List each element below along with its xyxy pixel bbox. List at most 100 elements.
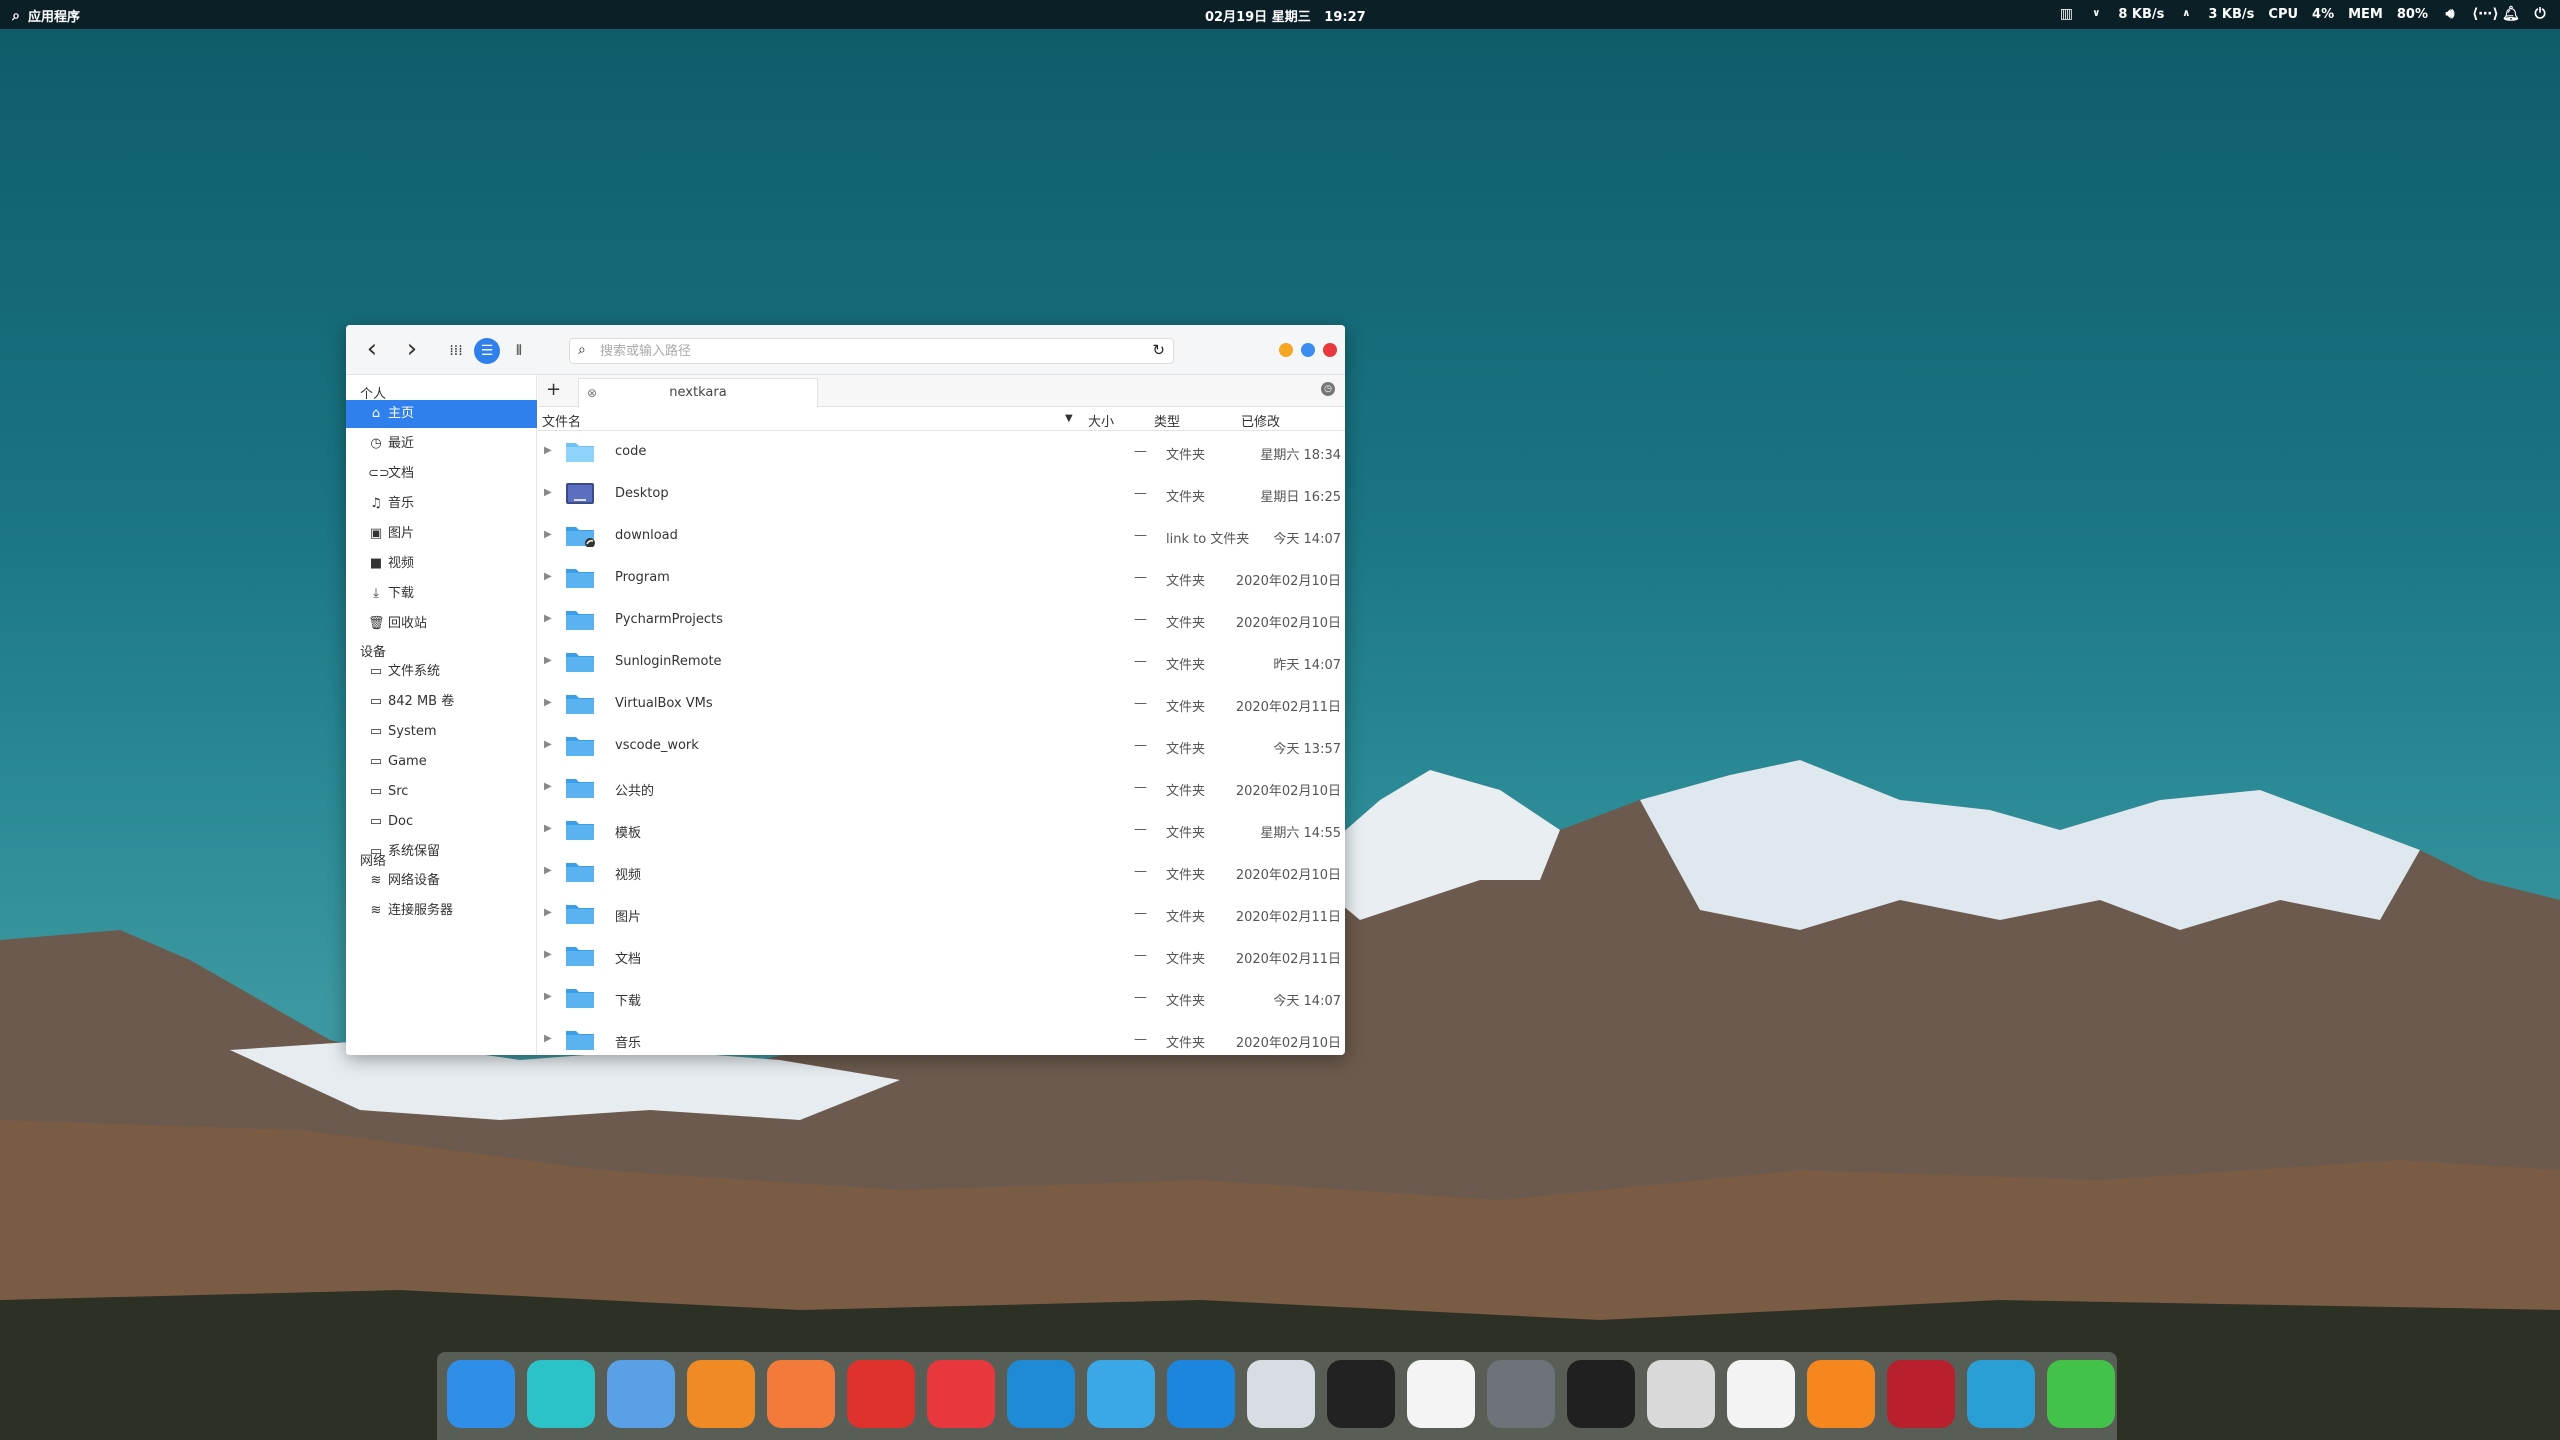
sidebar-item-label: 842 MB 卷 <box>388 694 455 709</box>
sidebar-item-personal-2[interactable]: ⊂⊃ 文档 <box>346 460 537 488</box>
mail-icon[interactable] <box>527 1360 595 1428</box>
file-row[interactable]: ▶ PycharmProjects — 文件夹 2020年02月10日 <box>538 599 1345 641</box>
sidebar-item-devices-5[interactable]: ▭ Doc <box>346 808 537 836</box>
file-row[interactable]: ▶ code — 文件夹 星期六 18:34 <box>538 431 1345 473</box>
close-button[interactable] <box>1323 343 1337 357</box>
sidebar-item-personal-3[interactable]: ♫ 音乐 <box>346 490 537 518</box>
file-row[interactable]: ▶ 公共的 — 文件夹 2020年02月10日 <box>538 767 1345 809</box>
apps-label: 应用程序 <box>28 10 81 25</box>
file-type: 文件夹 <box>1166 1036 1206 1051</box>
search-input[interactable] <box>600 342 1140 361</box>
close-tab-icon[interactable]: ⊗ <box>587 379 597 407</box>
java-icon[interactable] <box>1647 1360 1715 1428</box>
mail-client-icon[interactable] <box>607 1360 675 1428</box>
file-row[interactable]: ▶ 音乐 — 文件夹 2020年02月10日 <box>538 1019 1345 1055</box>
expand-arrow-icon[interactable]: ▶ <box>544 907 552 918</box>
expand-arrow-icon[interactable]: ▶ <box>544 655 552 666</box>
folder-icon <box>565 901 595 925</box>
expand-arrow-icon[interactable]: ▶ <box>544 865 552 876</box>
file-row[interactable]: ▶ VirtualBox VMs — 文件夹 2020年02月11日 <box>538 683 1345 725</box>
sidebar-item-devices-2[interactable]: ▭ System <box>346 718 537 746</box>
forward-button[interactable]: › <box>398 336 426 363</box>
screen-recorder-icon[interactable] <box>1247 1360 1315 1428</box>
sort-chevron-icon[interactable]: ▼ <box>1065 413 1073 424</box>
web-tool-icon[interactable] <box>1967 1360 2035 1428</box>
sidebar-item-devices-1[interactable]: ▭ 842 MB 卷 <box>346 688 537 716</box>
expand-arrow-icon[interactable]: ▶ <box>544 949 552 960</box>
media-player-icon[interactable] <box>1807 1360 1875 1428</box>
apps-launcher[interactable]: ⌕ 应用程序 <box>8 6 81 26</box>
sidebar-item-personal-5[interactable]: ■ 视频 <box>346 550 537 578</box>
sidebar-item-personal-1[interactable]: ◷ 最近 <box>346 430 537 458</box>
expand-arrow-icon[interactable]: ▶ <box>544 739 552 750</box>
settings-icon[interactable] <box>1487 1360 1555 1428</box>
expand-arrow-icon[interactable]: ▶ <box>544 571 552 582</box>
terminal-icon[interactable] <box>1327 1360 1395 1428</box>
col-modified[interactable]: 已修改 <box>1241 411 1280 430</box>
finder-icon[interactable] <box>447 1360 515 1428</box>
col-type[interactable]: 类型 <box>1154 411 1180 430</box>
sidebar-item-personal-4[interactable]: ▣ 图片 <box>346 520 537 548</box>
expand-arrow-icon[interactable]: ▶ <box>544 613 552 624</box>
expand-arrow-icon[interactable]: ▶ <box>544 697 552 708</box>
tab-nextkara[interactable]: ⊗ nextkara <box>578 378 818 408</box>
file-row[interactable]: ▶ vscode_work — 文件夹 今天 13:57 <box>538 725 1345 767</box>
col-name[interactable]: 文件名 <box>542 411 581 430</box>
typora-icon[interactable] <box>1407 1360 1475 1428</box>
path-search-bar[interactable]: ⌕ ↻ <box>569 338 1174 364</box>
vscode-icon[interactable] <box>1007 1360 1075 1428</box>
xmind-icon[interactable] <box>927 1360 995 1428</box>
network-icon[interactable]: ⟨⋯⟩ <box>2472 6 2499 22</box>
chart-icon[interactable]: ▥ <box>2058 6 2074 22</box>
col-size[interactable]: 大小 <box>1088 411 1114 430</box>
mem-label: MEM <box>2348 6 2383 22</box>
virtualbox-icon[interactable] <box>1087 1360 1155 1428</box>
sidebar-item-personal-6[interactable]: ⤓ 下载 <box>346 580 537 608</box>
file-row[interactable]: ▶ 图片 — 文件夹 2020年02月11日 <box>538 893 1345 935</box>
sidebar-item-personal-0[interactable]: ⌂ 主页 <box>346 400 537 428</box>
back-button[interactable]: ‹ <box>358 336 386 363</box>
expand-arrow-icon[interactable]: ▶ <box>544 487 552 498</box>
maximize-button[interactable] <box>1301 343 1315 357</box>
volume-icon[interactable]: 🔊︎ <box>2442 6 2458 22</box>
grid-view-button[interactable]: ⁞⁞⁞ <box>443 338 469 364</box>
clock[interactable]: 02月19日 星期三 19:27 <box>1205 6 1366 25</box>
expand-arrow-icon[interactable]: ▶ <box>544 823 552 834</box>
list-view-button[interactable]: ☰ <box>474 338 500 364</box>
power-icon[interactable]: ⏻ <box>2532 6 2548 22</box>
new-tab-button[interactable]: + <box>546 379 561 400</box>
column-view-button[interactable]: ⦀ <box>506 338 532 364</box>
sidebar-item-devices-3[interactable]: ▭ Game <box>346 748 537 776</box>
file-row[interactable]: ▶ Desktop — 文件夹 星期日 16:25 <box>538 473 1345 515</box>
expand-arrow-icon[interactable]: ▶ <box>544 529 552 540</box>
netease-music-icon[interactable] <box>847 1360 915 1428</box>
screenshot-icon[interactable] <box>767 1360 835 1428</box>
expand-arrow-icon[interactable]: ▶ <box>544 781 552 792</box>
wine-icon[interactable] <box>1887 1360 1955 1428</box>
file-row[interactable]: ▶ 文档 — 文件夹 2020年02月11日 <box>538 935 1345 977</box>
expand-arrow-icon[interactable]: ▶ <box>544 991 552 1002</box>
teamviewer-icon[interactable] <box>1167 1360 1235 1428</box>
obs-icon[interactable] <box>1567 1360 1635 1428</box>
notification-bell-icon[interactable]: 🔔︎ <box>2502 6 2520 22</box>
wechat-icon[interactable] <box>2047 1360 2115 1428</box>
expand-arrow-icon[interactable]: ▶ <box>544 445 552 456</box>
file-row[interactable]: ▶ Program — 文件夹 2020年02月10日 <box>538 557 1345 599</box>
file-name: 音乐 <box>615 1036 642 1051</box>
minimize-button[interactable] <box>1279 343 1293 357</box>
firefox-icon[interactable] <box>687 1360 755 1428</box>
file-row[interactable]: ▶ 模板 — 文件夹 星期六 14:55 <box>538 809 1345 851</box>
sidebar-item-network-0[interactable]: ≋ 网络设备 <box>346 867 537 895</box>
refresh-icon[interactable]: ↻ <box>1152 341 1165 359</box>
debian-icon[interactable] <box>1727 1360 1795 1428</box>
sidebar-item-personal-7[interactable]: 🗑︎ 回收站 <box>346 610 537 638</box>
file-row[interactable]: ▶ 视频 — 文件夹 2020年02月10日 <box>538 851 1345 893</box>
history-icon[interactable]: ◷ <box>1321 382 1335 396</box>
sidebar-item-devices-4[interactable]: ▭ Src <box>346 778 537 806</box>
file-row[interactable]: ▶ SunloginRemote — 文件夹 昨天 14:07 <box>538 641 1345 683</box>
file-row[interactable]: ▶ 下载 — 文件夹 今天 14:07 <box>538 977 1345 1019</box>
file-row[interactable]: ▶ download — link to 文件夹 今天 14:07 <box>538 515 1345 557</box>
sidebar-item-network-1[interactable]: ≋ 连接服务器 <box>346 897 537 925</box>
expand-arrow-icon[interactable]: ▶ <box>544 1033 552 1044</box>
sidebar-item-devices-0[interactable]: ▭ 文件系统 <box>346 658 537 686</box>
